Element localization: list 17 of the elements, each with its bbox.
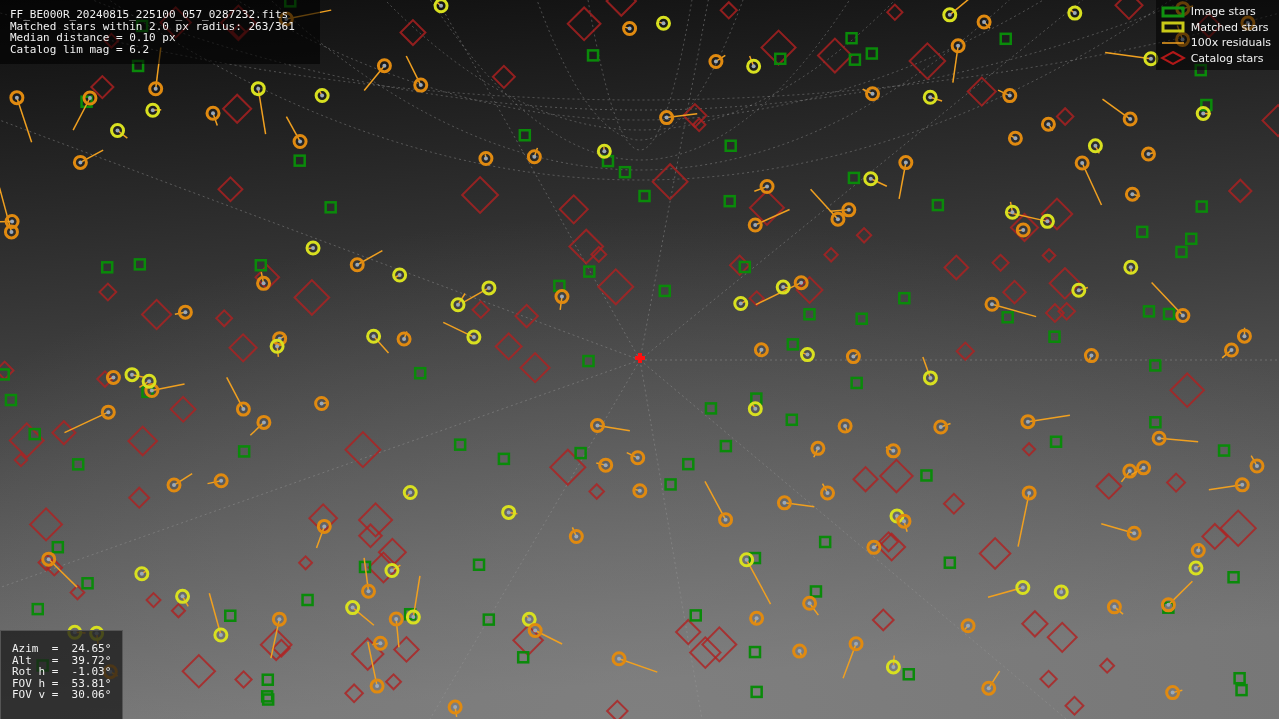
pointing-text: FOV v = 30.06° [12,689,112,701]
info-text: FF_BE000R_20240815_225100_057_0287232.fits [10,9,290,21]
pointing-text: Rot h = -1.03° [12,666,112,678]
info-text: Median distance = 0.10 px [10,32,176,44]
line-icon [1159,41,1186,44]
pointing-text: FOV h = 53.81° [12,677,112,689]
diamond-icon [1159,51,1186,66]
pointing-text: Alt = 39.72° [12,654,112,666]
legend-label: Image stars [1190,5,1256,19]
legend-label: Catalog stars [1190,51,1264,65]
pointing-text: Azim = 24.65° [12,643,112,655]
square-icon [1159,20,1186,35]
info-text: Matched stars within 2.0 px radius: 263/361 [10,20,296,32]
info-text: Catalog lim mag = 6.2 [10,43,151,55]
legend-label: Matched stars [1190,20,1269,34]
square-icon [1159,4,1186,19]
legend-label: 100x residuals [1190,36,1271,50]
